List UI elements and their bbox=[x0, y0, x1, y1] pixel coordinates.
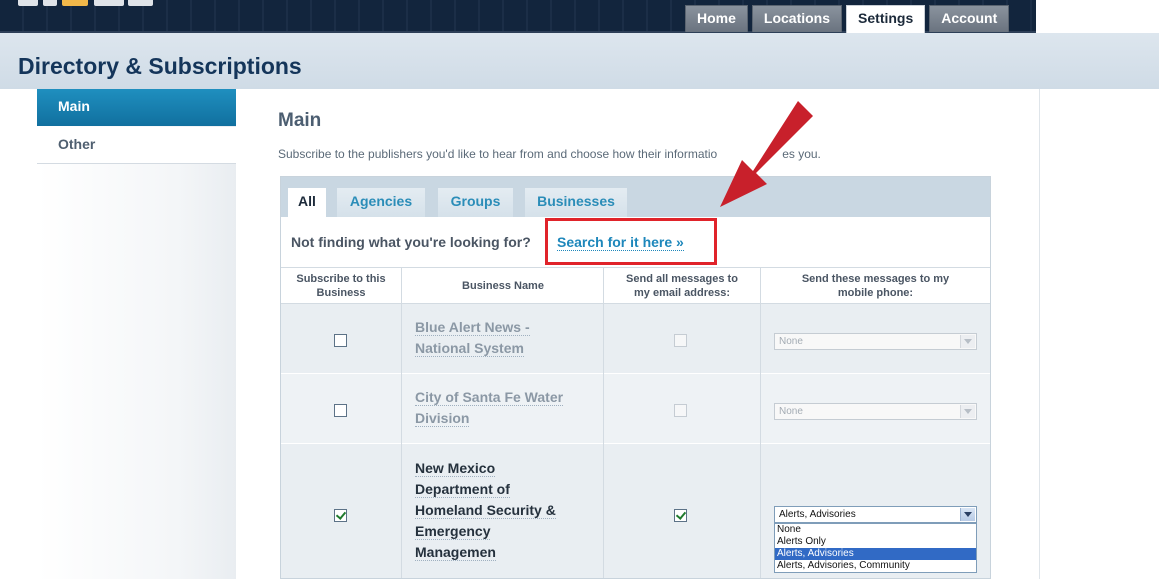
chevron-down-icon bbox=[960, 508, 975, 521]
chevron-down-icon bbox=[960, 405, 975, 418]
header-email: Send all messages to my email address: bbox=[626, 273, 738, 299]
mobile-select[interactable]: None bbox=[774, 333, 977, 350]
table-header-row: Subscribe to this Business Business Name… bbox=[281, 267, 990, 304]
mobile-select[interactable]: None bbox=[774, 403, 977, 420]
top-bar-right-fill bbox=[1036, 0, 1159, 33]
subscribe-checkbox[interactable] bbox=[334, 404, 347, 417]
dropdown-option[interactable]: Alerts Only bbox=[775, 536, 976, 548]
sidebar: Main Other bbox=[37, 89, 236, 579]
nav-tab-locations[interactable]: Locations bbox=[751, 5, 843, 32]
email-checkbox[interactable] bbox=[674, 509, 687, 522]
business-name-line: Blue Alert News - bbox=[415, 319, 530, 336]
top-bar: Home Locations Settings Account bbox=[0, 0, 1159, 33]
nav-tab-account[interactable]: Account bbox=[929, 5, 1010, 32]
mobile-select-value: None bbox=[779, 336, 803, 347]
not-finding-text: Not finding what you're looking for? bbox=[291, 234, 531, 250]
content-right-border bbox=[1039, 89, 1040, 579]
page-title: Directory & Subscriptions bbox=[18, 53, 302, 79]
mobile-select-value: None bbox=[779, 406, 803, 417]
business-name-line: New Mexico bbox=[415, 460, 496, 477]
table-row: City of Santa Fe Water Division None bbox=[281, 374, 990, 444]
dropdown-option[interactable]: None bbox=[775, 524, 976, 536]
business-name[interactable]: New Mexico Department of Homeland Securi… bbox=[415, 458, 556, 563]
annotation-arrow-shape bbox=[720, 101, 813, 207]
top-nav: Home Locations Settings Account bbox=[685, 5, 1010, 33]
page-header: Directory & Subscriptions bbox=[0, 33, 1159, 89]
business-name-line: Homeland Security & bbox=[415, 502, 556, 519]
checkmark-icon bbox=[675, 509, 687, 520]
column-divider bbox=[760, 267, 761, 578]
business-name-line: City of Santa Fe Water bbox=[415, 389, 564, 406]
mobile-select-value: Alerts, Advisories bbox=[779, 509, 856, 520]
checkmark-icon bbox=[335, 509, 347, 520]
business-name-line: Division bbox=[415, 410, 470, 427]
logo bbox=[18, 0, 153, 8]
table-row: New Mexico Department of Homeland Securi… bbox=[281, 444, 990, 578]
intro-text-left: Subscribe to the publishers you'd like t… bbox=[278, 147, 718, 161]
annotation-highlight-box bbox=[545, 218, 717, 265]
section-title: Main bbox=[278, 110, 322, 131]
email-checkbox[interactable] bbox=[674, 404, 687, 417]
column-divider bbox=[401, 267, 402, 578]
business-name[interactable]: Blue Alert News - National System bbox=[415, 317, 530, 359]
nav-tab-settings[interactable]: Settings bbox=[846, 5, 926, 33]
chevron-down-icon bbox=[960, 335, 975, 348]
dropdown-option[interactable]: Alerts, Advisories bbox=[775, 548, 976, 560]
annotation-arrow-icon bbox=[720, 101, 813, 207]
sidebar-item-main[interactable]: Main bbox=[37, 89, 236, 126]
header-mobile: Send these messages to my mobile phone: bbox=[801, 273, 950, 299]
subscribe-checkbox[interactable] bbox=[334, 334, 347, 347]
business-name[interactable]: City of Santa Fe Water Division bbox=[415, 387, 564, 429]
business-name-line: Managemen bbox=[415, 544, 496, 561]
tab-businesses[interactable]: Businesses bbox=[525, 188, 627, 217]
dropdown-option[interactable]: Alerts, Advisories, Community bbox=[775, 560, 976, 572]
nav-tab-home[interactable]: Home bbox=[685, 5, 748, 32]
subscribe-checkbox[interactable] bbox=[334, 509, 347, 522]
business-name-line: Department of bbox=[415, 481, 510, 498]
header-subscribe: Subscribe to this Business bbox=[296, 273, 386, 299]
header-business-name: Business Name bbox=[462, 280, 544, 292]
mobile-select[interactable]: Alerts, Advisories bbox=[774, 506, 977, 523]
mobile-dropdown-list: None Alerts Only Alerts, Advisories Aler… bbox=[774, 523, 977, 573]
column-divider bbox=[603, 267, 604, 578]
business-name-line: Emergency bbox=[415, 523, 491, 540]
email-checkbox[interactable] bbox=[674, 334, 687, 347]
tab-agencies[interactable]: Agencies bbox=[337, 188, 425, 217]
table-row: Blue Alert News - National System None bbox=[281, 304, 990, 374]
business-name-line: National System bbox=[415, 340, 524, 357]
tab-groups[interactable]: Groups bbox=[438, 188, 513, 217]
sidebar-item-other[interactable]: Other bbox=[37, 127, 236, 164]
filter-tabs: All Agencies Groups Businesses bbox=[281, 177, 990, 217]
tab-all[interactable]: All bbox=[288, 188, 326, 217]
